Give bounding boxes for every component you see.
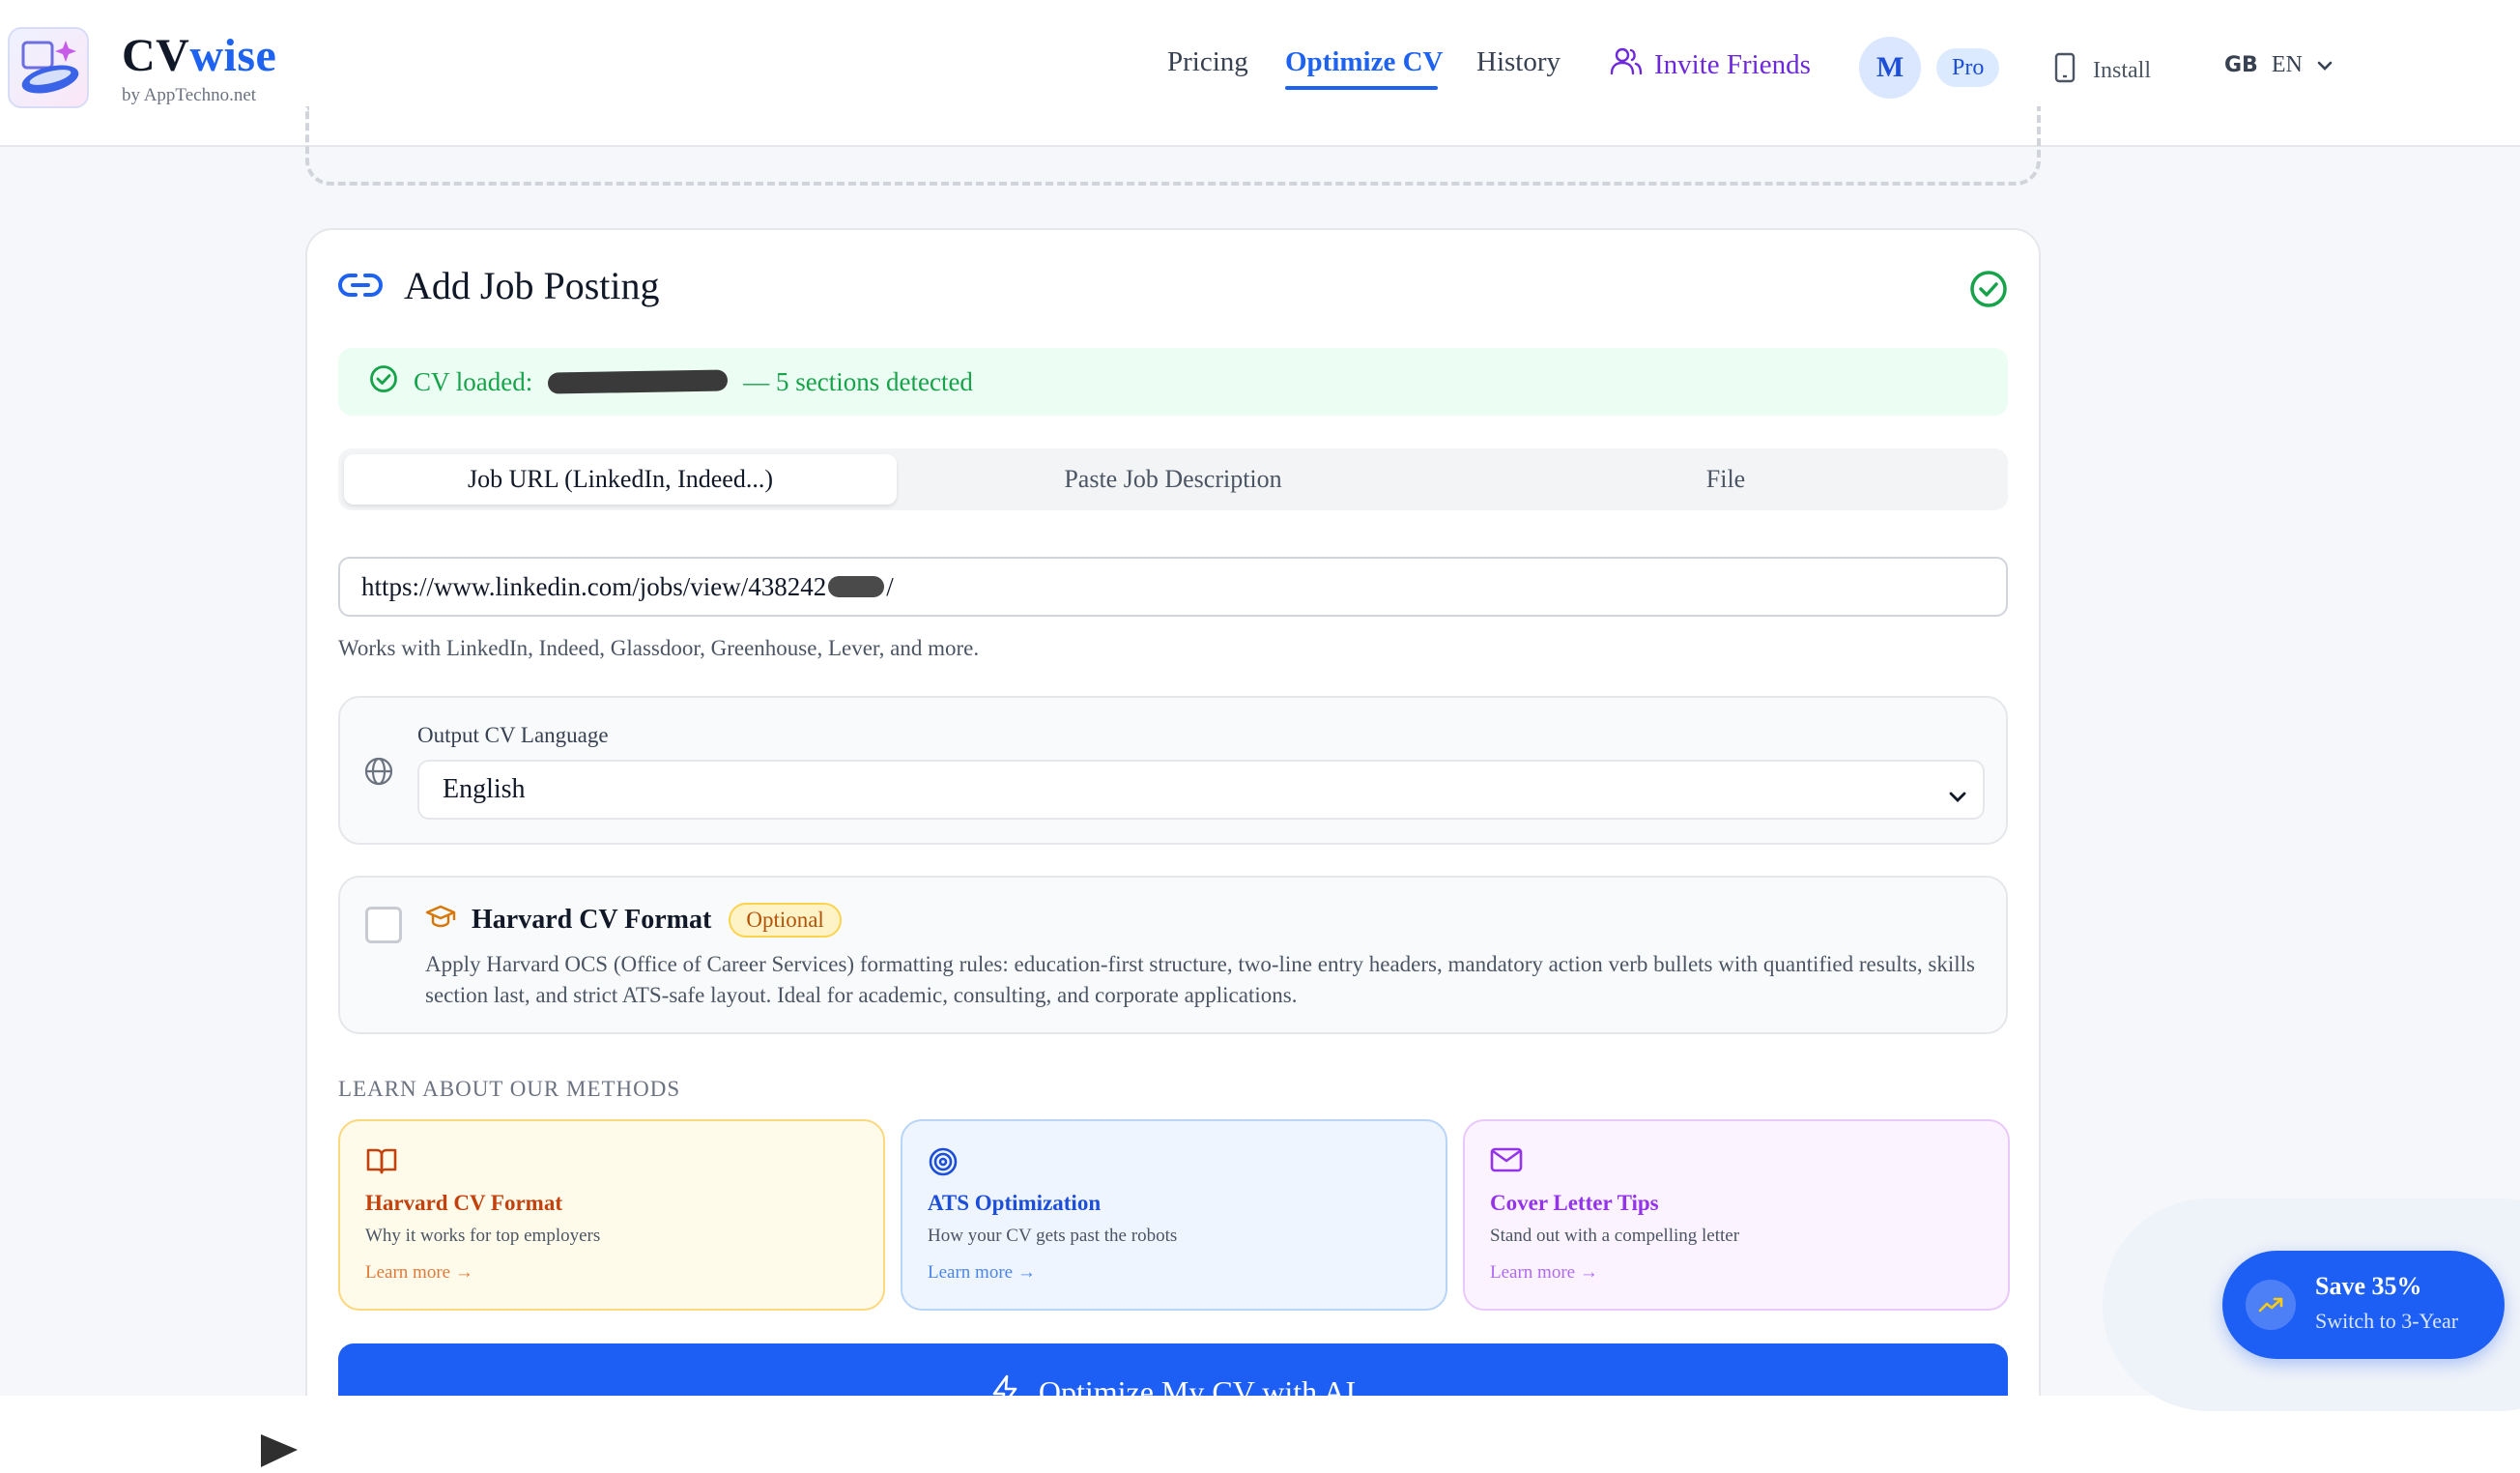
url-hint: Works with LinkedIn, Indeed, Glassdoor, … (338, 636, 980, 660)
active-nav-indicator (1285, 86, 1438, 90)
method-card-ats[interactable]: ATS Optimization How your CV gets past t… (901, 1119, 1447, 1311)
input-mode-tabs: Job URL (LinkedIn, Indeed...) Paste Job … (338, 448, 2008, 510)
globe-icon (363, 756, 394, 792)
upload-dropzone-edge (305, 106, 2041, 186)
save-promo-button[interactable]: Save 35% Switch to 3-Year (2222, 1251, 2505, 1359)
app-logo[interactable] (8, 27, 89, 108)
language-switcher[interactable]: GB EN (2224, 52, 2334, 78)
brand-name-accent: wise (189, 30, 277, 81)
install-button[interactable]: Install (2054, 52, 2151, 90)
redacted-filename (548, 369, 729, 394)
tab-paste-description[interactable]: Paste Job Description (897, 454, 1449, 505)
brand-name: CVwise (122, 31, 276, 81)
method-title: Cover Letter Tips (1490, 1191, 1659, 1215)
chevron-down-icon (2316, 52, 2334, 78)
optional-badge: Optional (729, 903, 842, 938)
method-title: ATS Optimization (928, 1191, 1102, 1215)
users-icon (1610, 46, 1643, 83)
plan-badge: Pro (1936, 48, 2000, 87)
output-language-select[interactable]: English (417, 760, 1985, 820)
graduation-cap-icon (425, 904, 456, 937)
brand: CVwise by AppTechno.net (122, 31, 276, 106)
page: CVwise by AppTechno.net Pricing Optimize… (0, 0, 2520, 1473)
promo-title: Save 35% (2315, 1272, 2422, 1300)
method-card-cover-letter[interactable]: Cover Letter Tips Stand out with a compe… (1463, 1119, 2010, 1311)
trending-up-icon (2246, 1280, 2296, 1330)
check-circle-icon (1969, 270, 2008, 313)
language-code: EN (2271, 52, 2303, 77)
banner-prefix: CV loaded: (414, 366, 533, 396)
redacted-url-part (828, 576, 885, 597)
card-title: Add Job Posting (404, 264, 660, 307)
learn-more-link[interactable]: Learn more → (1490, 1262, 1598, 1284)
harvard-option-header: Harvard CV Format Optional (425, 903, 842, 938)
install-label: Install (2093, 58, 2151, 83)
viewport-bottom-strip (0, 1396, 2520, 1473)
method-subtitle: Why it works for top employers (365, 1226, 601, 1246)
nav-invite-friends[interactable]: Invite Friends (1610, 46, 1811, 83)
user-avatar[interactable]: M (1859, 37, 1921, 99)
smartphone-icon (2054, 52, 2076, 90)
brand-name-prefix: CV (122, 30, 190, 81)
url-value-start: https://www.linkedin.com/jobs/view/43824… (361, 571, 827, 601)
url-value-end: / (886, 571, 894, 601)
nav-optimize-cv[interactable]: Optimize CV (1285, 46, 1444, 78)
region-code: GB (2224, 53, 2258, 77)
method-subtitle: Stand out with a compelling letter (1490, 1226, 1740, 1246)
selected-language: English (443, 774, 526, 804)
nav-invite-label: Invite Friends (1654, 48, 1811, 80)
play-icon[interactable] (257, 1430, 301, 1473)
link-icon (338, 263, 383, 308)
chevron-down-icon (1948, 781, 1967, 812)
book-icon (365, 1146, 398, 1180)
promo-subtitle: Switch to 3-Year (2315, 1309, 2459, 1333)
learn-more-link[interactable]: Learn more → (365, 1262, 473, 1284)
job-url-input[interactable]: https://www.linkedin.com/jobs/view/43824… (338, 557, 2008, 617)
output-language-label: Output CV Language (417, 723, 609, 747)
learn-more-link[interactable]: Learn more → (928, 1262, 1036, 1284)
banner-suffix: — 5 sections detected (743, 366, 973, 396)
nav-history[interactable]: History (1476, 46, 1561, 78)
nav-pricing[interactable]: Pricing (1167, 46, 1248, 78)
mail-icon (1490, 1146, 1523, 1178)
cv-loaded-banner: CV loaded: — 5 sections detected (338, 348, 2008, 416)
harvard-format-checkbox[interactable] (365, 907, 402, 943)
harvard-option-title: Harvard CV Format (472, 905, 712, 935)
methods-section-label: LEARN ABOUT OUR METHODS (338, 1077, 681, 1101)
harvard-option-description: Apply Harvard OCS (Office of Career Serv… (425, 952, 1976, 1007)
method-subtitle: How your CV gets past the robots (928, 1226, 1178, 1246)
method-card-harvard[interactable]: Harvard CV Format Why it works for top e… (338, 1119, 885, 1311)
tab-job-url[interactable]: Job URL (LinkedIn, Indeed...) (344, 454, 897, 505)
card-header: Add Job Posting (338, 263, 660, 308)
check-circle-icon (369, 364, 398, 400)
tab-file[interactable]: File (1449, 454, 2002, 505)
target-icon (928, 1146, 959, 1182)
brand-subtitle: by AppTechno.net (122, 85, 257, 105)
method-title: Harvard CV Format (365, 1191, 562, 1215)
